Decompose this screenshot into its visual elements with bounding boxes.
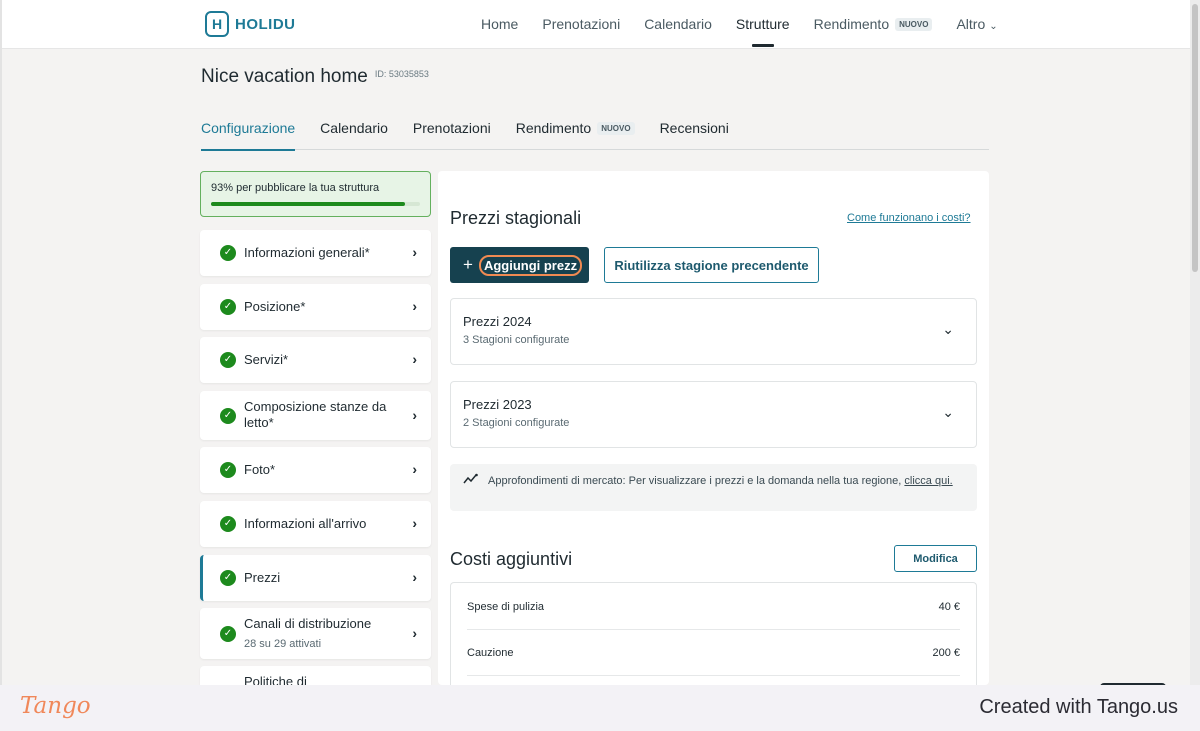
sidebar-item-posizione[interactable]: ✓ Posizione* › — [200, 284, 431, 330]
market-insights-banner: Approfondimenti di mercato: Per visualiz… — [450, 464, 977, 511]
nav-prenotazioni[interactable]: Prenotazioni — [542, 16, 620, 32]
window-left-edge — [0, 0, 2, 685]
sidebar-item-label: Canali di distribuzione — [244, 616, 372, 631]
tab-rendimento[interactable]: Rendimento NUOVO — [516, 120, 635, 150]
sidebar-item-label: Politiche di — [244, 674, 307, 685]
holidu-logo[interactable]: H HOLIDU — [205, 11, 296, 37]
check-circle-icon: ✓ — [220, 245, 236, 261]
property-tabs: Configurazione Calendario Prenotazioni R… — [201, 120, 989, 151]
tango-logo: Tango — [20, 693, 91, 719]
sidebar-item-servizi[interactable]: ✓ Servizi* › — [200, 337, 431, 383]
progress-bar-fill — [211, 202, 406, 206]
nav-calendario[interactable]: Calendario — [644, 16, 712, 32]
seasonal-prices-title: Prezzi stagionali — [450, 208, 582, 228]
scrollbar-thumb[interactable] — [1192, 4, 1198, 272]
check-circle-icon: ✓ — [220, 462, 236, 478]
market-insights-text: Approfondimenti di mercato: Per visualiz… — [488, 474, 963, 489]
edit-costs-button[interactable]: Modifica — [894, 545, 977, 572]
sidebar-item-sublabel: 28 su 29 attivati — [244, 638, 322, 650]
chevron-right-icon: › — [412, 515, 417, 531]
sidebar-item-label: Servizi* — [244, 352, 289, 367]
progress-text: 93% per pubblicare la tua struttura — [211, 182, 380, 194]
sidebar-item-label: Informazioni all'arrivo — [244, 516, 367, 531]
sidebar-item-label: Foto* — [244, 462, 276, 477]
sidebar-item-label: Prezzi — [244, 570, 281, 585]
nav-altro-label: Altro — [956, 16, 986, 32]
nav-altro[interactable]: Altro ⌄ — [956, 16, 997, 32]
click-here-link[interactable]: clicca qui. — [904, 475, 952, 487]
plus-icon: + — [463, 255, 473, 274]
check-circle-icon: ✓ — [220, 626, 236, 642]
sidebar-item-foto[interactable]: ✓ Foto* › — [200, 447, 431, 493]
created-with-text: Created with Tango.us — [979, 696, 1178, 718]
tab-rendimento-label: Rendimento — [515, 120, 592, 136]
publish-progress-card: 93% per pubblicare la tua struttura — [200, 171, 431, 217]
sidebar-item-label: Composizione stanze da letto* — [244, 399, 387, 430]
check-circle-icon: ✓ — [220, 570, 236, 586]
sidebar-item-informazioni-arrivo[interactable]: ✓ Informazioni all'arrivo › — [200, 501, 431, 547]
brand-name: HOLIDU — [235, 15, 296, 33]
season-card-2024[interactable]: Prezzi 2024 3 Stagioni configurate ⌄ — [450, 298, 977, 365]
chevron-down-icon[interactable]: ⌄ — [942, 404, 954, 421]
nav-rendimento-label: Rendimento — [813, 16, 890, 32]
check-circle-icon: ✓ — [220, 352, 236, 368]
add-price-label: Aggiungi prezz — [478, 254, 583, 276]
sidebar-item-composizione-stanze[interactable]: ✓ Composizione stanze da letto* › — [200, 391, 431, 440]
chevron-down-icon[interactable]: ⌄ — [942, 321, 954, 338]
chevron-right-icon: › — [412, 461, 417, 477]
trend-chart-icon — [463, 473, 479, 488]
property-header: Nice vacation home ID: 53035853 — [201, 66, 429, 88]
additional-costs-table: Spese di pulizia 40 € Cauzione 200 € — [450, 582, 977, 685]
sidebar-item-label: Posizione* — [244, 299, 306, 314]
cost-value: 200 € — [932, 647, 960, 659]
check-circle-icon: ✓ — [220, 408, 236, 424]
chevron-right-icon: › — [412, 407, 417, 423]
cost-label: Spese di pulizia — [467, 601, 545, 613]
sidebar-item-canali-distribuzione[interactable]: ✓ Canali di distribuzione 28 su 29 attiv… — [200, 608, 431, 659]
additional-costs-title: Costi aggiuntivi — [450, 549, 573, 569]
season-subtitle: 3 Stagioni configurate — [463, 334, 570, 346]
how-costs-work-link[interactable]: Come funzionano i costi? — [847, 212, 971, 224]
chevron-right-icon: › — [412, 625, 417, 641]
chevron-right-icon: › — [412, 298, 417, 314]
chevron-right-icon: › — [412, 244, 417, 260]
tab-configurazione[interactable]: Configurazione — [201, 120, 296, 151]
nav-home[interactable]: Home — [481, 16, 518, 32]
new-badge: NUOVO — [895, 18, 933, 31]
chevron-right-icon: › — [412, 569, 417, 585]
new-badge: NUOVO — [597, 122, 635, 135]
page-scrollbar[interactable] — [1190, 0, 1200, 685]
tab-prenotazioni[interactable]: Prenotazioni — [413, 120, 491, 150]
table-row: Cauzione 200 € — [467, 630, 960, 676]
tango-footer: Tango Created with Tango.us — [0, 685, 1200, 731]
top-navigation: H HOLIDU Home Prenotazioni Calendario St… — [2, 0, 1190, 49]
nav-strutture[interactable]: Strutture — [736, 16, 790, 47]
season-card-2023[interactable]: Prezzi 2023 2 Stagioni configurate ⌄ — [450, 381, 977, 448]
sidebar-item-label: Informazioni generali* — [244, 245, 370, 260]
reuse-season-button[interactable]: Riutilizza stagione precendente — [604, 247, 819, 283]
page-title: Nice vacation home — [201, 66, 368, 87]
check-circle-icon: ✓ — [220, 516, 236, 532]
tab-calendario[interactable]: Calendario — [320, 120, 388, 150]
sidebar-item-informazioni-generali[interactable]: ✓ Informazioni generali* › — [200, 230, 431, 276]
sidebar-item-politiche[interactable]: Politiche di — [200, 666, 431, 685]
season-title: Prezzi 2024 — [463, 314, 532, 329]
insight-message: Approfondimenti di mercato: Per visualiz… — [488, 475, 905, 487]
cost-value: 40 € — [938, 601, 960, 613]
tab-recensioni[interactable]: Recensioni — [660, 120, 729, 150]
chevron-down-icon: ⌄ — [989, 21, 998, 32]
table-row: Spese di pulizia 40 € — [467, 584, 960, 630]
check-circle-icon: ✓ — [220, 299, 236, 315]
property-id: ID: 53035853 — [374, 69, 429, 79]
cost-label: Cauzione — [467, 647, 514, 659]
season-title: Prezzi 2023 — [463, 397, 532, 412]
main-nav-menu: Home Prenotazioni Calendario Strutture R… — [481, 16, 1022, 47]
nav-rendimento[interactable]: Rendimento NUOVO — [814, 16, 933, 32]
chevron-right-icon: › — [412, 351, 417, 367]
season-subtitle: 2 Stagioni configurate — [463, 417, 570, 429]
progress-bar — [211, 202, 420, 206]
add-price-button[interactable]: + Aggiungi prezz — [450, 247, 589, 283]
holidu-house-icon: H — [205, 11, 229, 37]
sidebar-item-prezzi[interactable]: ✓ Prezzi › — [200, 555, 431, 601]
